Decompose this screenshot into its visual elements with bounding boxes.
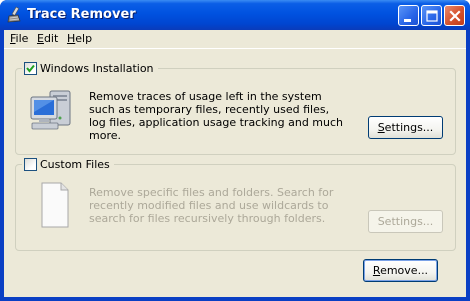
checkmark-icon	[26, 64, 35, 73]
windows-installation-description: Remove traces of usage left in the syste…	[89, 90, 344, 142]
windows-settings-button[interactable]: Settings...	[368, 116, 443, 139]
menu-help[interactable]: Help	[64, 32, 95, 46]
custom-files-checkbox[interactable]	[24, 158, 37, 171]
custom-files-description: Remove specific files and folders. Searc…	[89, 186, 334, 225]
minimize-button[interactable]	[398, 5, 419, 26]
window-title: Trace Remover	[27, 7, 136, 22]
menu-edit[interactable]: Edit	[34, 32, 61, 46]
windows-installation-legend: Windows Installation	[22, 61, 158, 76]
computer-icon	[30, 90, 71, 130]
broom-icon	[7, 6, 21, 23]
close-icon	[449, 10, 461, 22]
close-button[interactable]	[444, 5, 465, 26]
custom-settings-button[interactable]: Settings...	[368, 210, 443, 233]
bottom-edge	[4, 293, 466, 297]
app-window: Trace Remover File Edit Help Windows Ins…	[0, 0, 470, 301]
maximize-icon	[426, 10, 438, 22]
menu-bar: File Edit Help	[4, 30, 466, 48]
maximize-button[interactable]	[421, 5, 442, 26]
menu-divider	[4, 48, 466, 49]
minimize-icon	[404, 19, 411, 22]
custom-files-group: Custom Files Remove specific files and f…	[15, 157, 456, 251]
windows-installation-label[interactable]: Windows Installation	[40, 61, 154, 76]
menu-file[interactable]: File	[7, 32, 31, 46]
document-icon	[41, 182, 69, 228]
custom-files-legend: Custom Files	[22, 157, 114, 172]
custom-files-label[interactable]: Custom Files	[40, 157, 110, 172]
windows-installation-checkbox[interactable]	[24, 62, 37, 75]
title-bar[interactable]: Trace Remover	[0, 0, 470, 30]
windows-installation-group: Windows Installation Remove traces of us…	[15, 61, 456, 155]
client-area: File Edit Help Windows Installation Remo…	[4, 30, 466, 297]
remove-button[interactable]: Remove...	[363, 259, 438, 282]
